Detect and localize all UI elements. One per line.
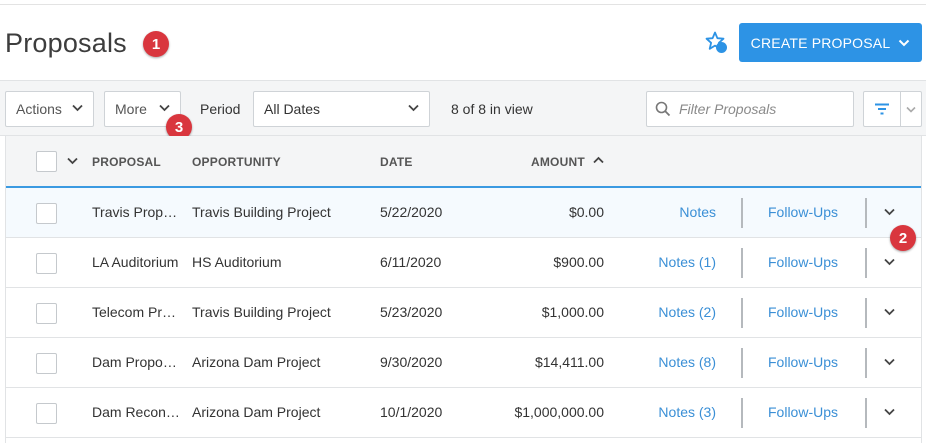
more-label: More <box>115 101 147 117</box>
notes-link[interactable]: Notes (3) <box>658 404 716 420</box>
proposal-amount: $1,000,000.00 <box>514 404 604 420</box>
chevron-down-icon <box>408 104 419 112</box>
notes-link[interactable]: Notes (8) <box>658 354 716 370</box>
divider <box>865 298 867 328</box>
divider <box>865 398 867 428</box>
chevron-down-icon <box>72 104 83 112</box>
annotation-badge-1: 1 <box>143 31 169 57</box>
chevron-down-icon <box>906 106 916 113</box>
opportunity-name: Travis Building Project <box>192 304 331 320</box>
period-value: All Dates <box>264 101 321 117</box>
opportunity-name: HS Auditorium <box>192 254 282 270</box>
divider <box>865 248 867 278</box>
proposal-amount: $1,000.00 <box>541 304 604 320</box>
followups-link[interactable]: Follow-Ups <box>768 204 838 220</box>
notes-link[interactable]: Notes (1) <box>658 254 716 270</box>
proposal-amount: $14,411.00 <box>534 354 604 370</box>
period-label: Period <box>200 101 241 117</box>
proposal-date: 5/22/2020 <box>380 204 443 220</box>
chevron-down-icon[interactable] <box>884 408 895 416</box>
view-count: 8 of 8 in view <box>451 101 533 117</box>
followups-link[interactable]: Follow-Ups <box>768 304 838 320</box>
column-header-proposal[interactable]: PROPOSAL <box>92 155 161 169</box>
row-checkbox[interactable] <box>36 353 57 374</box>
annotation-badge-2: 2 <box>890 225 916 251</box>
proposal-date: 9/30/2020 <box>380 354 443 370</box>
followups-link[interactable]: Follow-Ups <box>768 354 838 370</box>
followups-link[interactable]: Follow-Ups <box>768 254 838 270</box>
opportunity-name: Travis Building Project <box>192 204 331 220</box>
proposal-amount: $0.00 <box>568 204 604 220</box>
divider <box>741 248 743 278</box>
chevron-down-icon <box>159 104 170 112</box>
proposal-date: 6/11/2020 <box>380 254 442 270</box>
divider <box>741 348 743 378</box>
top-divider <box>0 4 926 5</box>
proposal-date: 10/1/2020 <box>380 404 443 420</box>
filter-search-box[interactable] <box>646 91 854 127</box>
followups-link[interactable]: Follow-Ups <box>768 404 838 420</box>
table-row[interactable]: LA Auditorium HS Auditorium 6/11/2020 $9… <box>6 238 921 288</box>
sort-ascending-icon[interactable] <box>593 156 604 164</box>
chevron-down-icon[interactable] <box>884 358 895 366</box>
row-checkbox[interactable] <box>36 203 57 224</box>
proposal-name[interactable]: Dam Reconstruction <box>92 404 180 420</box>
row-checkbox[interactable] <box>36 303 57 324</box>
column-header-amount[interactable]: AMOUNT <box>531 155 585 169</box>
proposal-date: 5/23/2020 <box>380 304 443 320</box>
proposal-name[interactable]: Travis Proposal <box>92 204 180 220</box>
create-proposal-label: CREATE PROPOSAL <box>750 34 891 51</box>
table-row[interactable]: Dam Proposal Arizona Dam Project 9/30/20… <box>6 338 921 388</box>
table-row[interactable]: Dam Reconstruction Arizona Dam Project 1… <box>6 388 921 438</box>
actions-dropdown[interactable]: Actions <box>5 91 94 127</box>
opportunity-name: Arizona Dam Project <box>192 404 321 420</box>
row-checkbox[interactable] <box>36 403 57 424</box>
table-row[interactable]: Telecom Proposal Travis Building Project… <box>6 288 921 338</box>
chevron-down-icon[interactable] <box>884 258 895 266</box>
opportunity-name: Arizona Dam Project <box>192 354 321 370</box>
proposal-name[interactable]: LA Auditorium <box>92 254 180 270</box>
favorite-star-icon[interactable] <box>704 30 728 54</box>
divider <box>865 348 867 378</box>
table-row[interactable]: Travis Proposal Travis Building Project … <box>6 188 921 238</box>
chevron-down-icon <box>899 39 910 46</box>
row-checkbox[interactable] <box>36 253 57 274</box>
column-header-date[interactable]: DATE <box>380 155 413 169</box>
divider <box>865 198 867 228</box>
page-title: Proposals <box>5 28 127 58</box>
chevron-down-icon[interactable] <box>67 157 78 165</box>
chevron-down-icon[interactable] <box>884 308 895 316</box>
select-all-checkbox[interactable] <box>36 151 57 172</box>
filter-menu-button[interactable] <box>900 91 922 127</box>
divider <box>741 398 743 428</box>
proposal-name[interactable]: Telecom Proposal <box>92 304 180 320</box>
filter-proposals-input[interactable] <box>679 101 849 117</box>
proposal-name[interactable]: Dam Proposal <box>92 354 180 370</box>
proposal-amount: $900.00 <box>553 254 604 270</box>
chevron-down-icon[interactable] <box>884 208 895 216</box>
filter-button[interactable] <box>863 91 901 127</box>
column-header-opportunity[interactable]: OPPORTUNITY <box>192 155 281 169</box>
notes-link[interactable]: Notes <box>679 204 716 220</box>
search-icon <box>655 101 671 117</box>
actions-label: Actions <box>16 101 62 117</box>
table-header: PROPOSAL OPPORTUNITY DATE AMOUNT <box>6 136 921 188</box>
divider <box>741 298 743 328</box>
filter-icon <box>875 103 889 115</box>
period-select[interactable]: All Dates <box>253 91 430 127</box>
proposals-table: PROPOSAL OPPORTUNITY DATE AMOUNT Travis … <box>5 136 922 443</box>
toolbar: Actions More Period All Dates 8 of 8 in … <box>0 80 926 136</box>
notes-link[interactable]: Notes (2) <box>658 304 716 320</box>
create-proposal-button[interactable]: CREATE PROPOSAL <box>739 23 922 62</box>
divider <box>741 198 743 228</box>
